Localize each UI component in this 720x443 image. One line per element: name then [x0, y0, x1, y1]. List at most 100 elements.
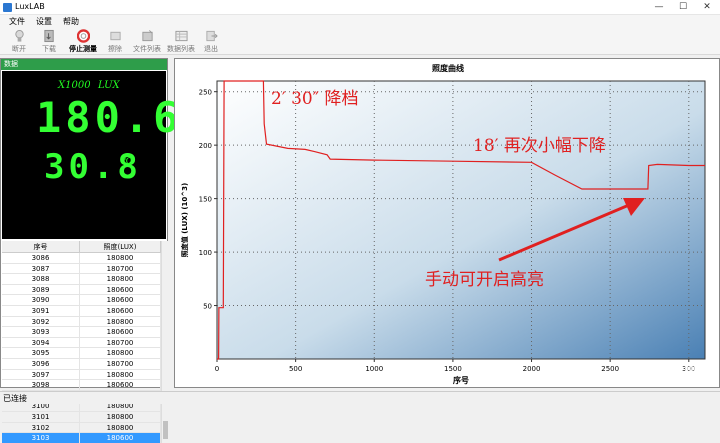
chart-panel: 照度曲线 0 500 1000 1500 2000 2500 300 50 100 150 200 2…: [174, 58, 720, 388]
stop-measure-button[interactable]: 停止测量: [66, 28, 100, 55]
table-header: 序号 照度(LUX): [2, 241, 161, 253]
toolbar: 断开 下载 停止测量 擦除 文件列表 数据列表 退出: [0, 28, 720, 55]
download-icon: [43, 29, 54, 43]
y-tick-label: 50: [203, 303, 212, 311]
table-row[interactable]: 3091 180600: [2, 305, 161, 317]
cell-index: 3087: [2, 263, 80, 274]
cell-lux: 180600: [80, 284, 161, 295]
y-tick-label: 200: [199, 142, 212, 150]
table-row[interactable]: 3096 180700: [2, 358, 161, 370]
x-tick-label: 2000: [523, 365, 541, 373]
watermark: 新浪众测: [629, 361, 698, 380]
y-tick-label: 150: [199, 196, 212, 204]
cell-lux: 180800: [80, 369, 161, 380]
annotation-downshift: 2′ 30″ 降档: [271, 89, 358, 109]
cell-index: 3103: [2, 433, 80, 443]
menu-settings[interactable]: 设置: [36, 16, 52, 27]
cell-lux: 180800: [80, 274, 161, 284]
window-title: LuxLAB: [15, 2, 45, 11]
app-icon: [3, 3, 12, 12]
menu-help[interactable]: 帮助: [63, 16, 79, 27]
unit-label: LUX: [98, 80, 120, 91]
cell-lux: 180600: [80, 433, 161, 443]
annotation-second-drop: 18′ 再次小幅下降: [473, 136, 606, 156]
cell-index: 3092: [2, 316, 80, 327]
table-row[interactable]: 3098 180600: [2, 380, 161, 391]
table-row[interactable]: 3093 180600: [2, 327, 161, 338]
erase-button[interactable]: 擦除: [104, 28, 126, 55]
cell-index: 3090: [2, 295, 80, 305]
table-row[interactable]: 3086 180800: [2, 253, 161, 264]
cell-index: 3089: [2, 284, 80, 295]
table-row[interactable]: 3097 180800: [2, 369, 161, 381]
cell-index: 3096: [2, 358, 80, 369]
eraser-icon: [109, 31, 121, 41]
exit-button[interactable]: 退出: [200, 28, 222, 55]
file-list-icon: [141, 30, 153, 42]
title-bar: LuxLAB — ☐ ✕: [0, 0, 720, 15]
cell-lux: 180600: [80, 327, 161, 337]
illuminance-readout: 180.6: [36, 93, 183, 142]
scale-label: X1000: [58, 80, 91, 91]
y-tick-label: 250: [199, 89, 212, 97]
table-row[interactable]: 3087 180700: [2, 263, 161, 275]
cell-lux: 180700: [80, 358, 161, 369]
data-table[interactable]: 序号 照度(LUX) 3086 180800 3087 180700 3088 18080…: [2, 241, 161, 443]
scroll-thumb[interactable]: [163, 421, 168, 439]
cell-index: 3091: [2, 305, 80, 316]
cell-lux: 180700: [80, 263, 161, 274]
lux-display: X1000 LUX 180.6 30.8 ℃: [2, 71, 178, 239]
maximize-button[interactable]: ☐: [672, 0, 694, 15]
disconnect-button[interactable]: 断开: [8, 28, 30, 55]
minimize-button[interactable]: —: [648, 0, 670, 15]
x-tick-label: 1000: [365, 365, 383, 373]
cell-index: 3093: [2, 327, 80, 337]
menu-file[interactable]: 文件: [9, 16, 25, 27]
cell-lux: 180800: [80, 411, 161, 422]
annotation-boost: 手动可开启高亮: [425, 270, 544, 290]
temp-unit: ℃: [122, 157, 133, 167]
plot-area: [216, 80, 706, 360]
cell-index: 3098: [2, 380, 80, 390]
header-index[interactable]: 序号: [2, 241, 80, 252]
cell-lux: 180600: [80, 295, 161, 305]
cell-lux: 180600: [80, 305, 161, 316]
data-list-icon: [174, 30, 188, 42]
cell-lux: 180800: [80, 316, 161, 327]
table-scrollbar[interactable]: [161, 241, 168, 443]
cell-lux: 180800: [80, 253, 161, 263]
cell-lux: 180700: [80, 337, 161, 348]
table-row[interactable]: 3103 180600: [2, 433, 161, 443]
cell-index: 3088: [2, 274, 80, 284]
file-list-button[interactable]: 文件列表: [130, 28, 164, 55]
header-lux[interactable]: 照度(LUX): [80, 241, 161, 252]
x-tick-label: 2500: [601, 365, 619, 373]
panel-header: 数据: [1, 59, 167, 70]
table-row[interactable]: 3094 180700: [2, 337, 161, 349]
illuminance-chart: 0 500 1000 1500 2000 2500 30050100150200250序号照…: [180, 80, 706, 385]
table-row[interactable]: 3095 180800: [2, 348, 161, 359]
cell-index: 3086: [2, 253, 80, 263]
cell-index: 3094: [2, 337, 80, 348]
y-tick-label: 100: [199, 249, 212, 257]
temperature-readout: 30.8: [44, 147, 142, 187]
download-button[interactable]: 下载: [38, 28, 60, 55]
table-row[interactable]: 3102 180800: [2, 422, 161, 434]
table-row[interactable]: 3089 180600: [2, 284, 161, 296]
table-row[interactable]: 3101 180800: [2, 411, 161, 423]
data-list-button[interactable]: 数据列表: [164, 28, 198, 55]
data-panel: 数据 X1000 LUX 180.6 30.8 ℃ 序号 照度(LUX) 308…: [0, 58, 178, 443]
table-row[interactable]: 3092 180800: [2, 316, 161, 328]
y-axis-label: 照度值 (LUX) (10^3): [180, 183, 189, 257]
x-axis-label: 序号: [453, 375, 469, 385]
cell-index: 3095: [2, 348, 80, 358]
table-row[interactable]: 3088 180800: [2, 274, 161, 285]
cell-index: 3102: [2, 422, 80, 433]
cell-lux: 180800: [80, 422, 161, 433]
close-button[interactable]: ✕: [696, 0, 718, 15]
connection-status: 已连接: [3, 394, 27, 403]
table-row[interactable]: 3090 180600: [2, 295, 161, 306]
cell-index: 3097: [2, 369, 80, 380]
exit-icon: [205, 30, 218, 42]
x-tick-label: 0: [215, 365, 219, 373]
